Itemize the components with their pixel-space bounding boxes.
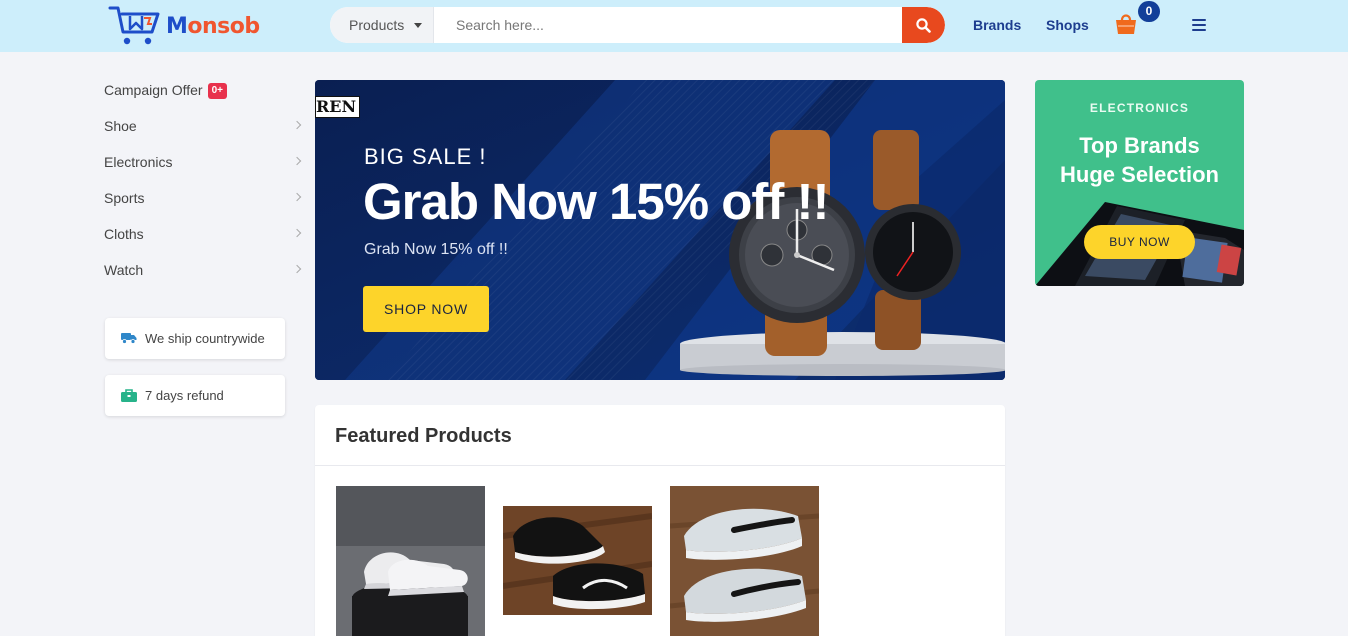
- sidebar-item-label: Sports: [104, 190, 145, 206]
- logo-letter-m: M: [166, 14, 188, 39]
- search-bar: Products: [330, 7, 945, 43]
- sidebar-item-label: Watch: [104, 262, 144, 278]
- product-card[interactable]: [670, 486, 819, 636]
- electronics-promo-card[interactable]: ELECTRONICS Top Brands Huge Selection BU…: [1035, 80, 1244, 286]
- sidebar-item-electronics[interactable]: Electronics: [104, 152, 302, 176]
- top-header: Monsob Products Brands Shops 0: [0, 0, 1348, 52]
- cart-logo-icon: [108, 6, 160, 45]
- shipping-info-card: We ship countrywide: [105, 318, 285, 359]
- promo-title-line1: Top Brands: [1079, 133, 1200, 158]
- search-button[interactable]: [902, 7, 945, 43]
- shop-now-button[interactable]: SHOP NOW: [363, 286, 489, 332]
- chevron-right-icon: [292, 264, 302, 274]
- menu-icon[interactable]: [1192, 19, 1206, 31]
- promo-title: Top Brands Huge Selection: [1035, 131, 1244, 189]
- sidebar-item-label: Campaign Offer: [104, 82, 203, 98]
- nav-shops-link[interactable]: Shops: [1046, 17, 1089, 33]
- search-input[interactable]: [434, 7, 902, 43]
- cart-button[interactable]: [1114, 11, 1140, 37]
- chevron-right-icon: [292, 156, 302, 166]
- sidebar-item-campaign-offer[interactable]: Campaign Offer 0+: [104, 80, 302, 104]
- hero-brand-fragment: REN: [315, 96, 361, 118]
- product-card[interactable]: [336, 486, 485, 636]
- sidebar-item-label: Shoe: [104, 118, 137, 134]
- section-divider: [315, 465, 1005, 466]
- sidebar-item-label: Electronics: [104, 154, 173, 170]
- black-sneaker-image: [503, 506, 652, 615]
- grey-sneaker-image: [670, 486, 819, 636]
- promo-title-line2: Huge Selection: [1060, 162, 1219, 187]
- sidebar-item-label: Cloths: [104, 226, 144, 242]
- chevron-right-icon: [292, 192, 302, 202]
- hero-title: Grab Now 15% off !!: [363, 173, 830, 230]
- logo-wordmark: Monsob: [166, 14, 260, 39]
- nav-brands-link[interactable]: Brands: [973, 17, 1021, 33]
- sidebar-item-shoe[interactable]: Shoe: [104, 116, 302, 140]
- hero-banner[interactable]: REN BIG SALE ! Grab Now 15% off !! Grab …: [315, 80, 1005, 380]
- featured-products-title: Featured Products: [335, 425, 512, 447]
- refund-info-label: 7 days refund: [145, 388, 224, 403]
- search-category-dropdown[interactable]: Products: [330, 7, 434, 43]
- white-sneaker-image: [336, 486, 485, 636]
- sidebar-item-cloths[interactable]: Cloths: [104, 224, 302, 248]
- offer-count-badge: 0+: [207, 83, 227, 99]
- shopping-bag-icon: [1116, 14, 1136, 34]
- caret-down-icon: [414, 23, 422, 28]
- hero-kicker: BIG SALE !: [364, 144, 487, 169]
- promo-kicker: ELECTRONICS: [1089, 101, 1190, 115]
- product-card[interactable]: [503, 506, 652, 615]
- search-category-label: Products: [349, 17, 405, 33]
- chevron-right-icon: [292, 120, 302, 130]
- buy-now-button[interactable]: BUY NOW: [1084, 225, 1195, 259]
- featured-products-section: Featured Products: [315, 405, 1005, 636]
- search-icon: [916, 18, 931, 33]
- monsob-logo[interactable]: Monsob: [108, 4, 268, 48]
- logo-letters: onsob: [187, 14, 260, 39]
- hero-subtitle: Grab Now 15% off !!: [364, 241, 508, 258]
- sidebar-item-watch[interactable]: Watch: [104, 260, 302, 284]
- sidebar-item-sports[interactable]: Sports: [104, 188, 302, 212]
- cart-count-badge: 0: [1138, 1, 1160, 22]
- shipping-info-label: We ship countrywide: [145, 331, 265, 346]
- refund-info-card: 7 days refund: [105, 375, 285, 416]
- briefcase-icon: [121, 389, 137, 402]
- truck-icon: [121, 333, 137, 344]
- chevron-right-icon: [292, 228, 302, 238]
